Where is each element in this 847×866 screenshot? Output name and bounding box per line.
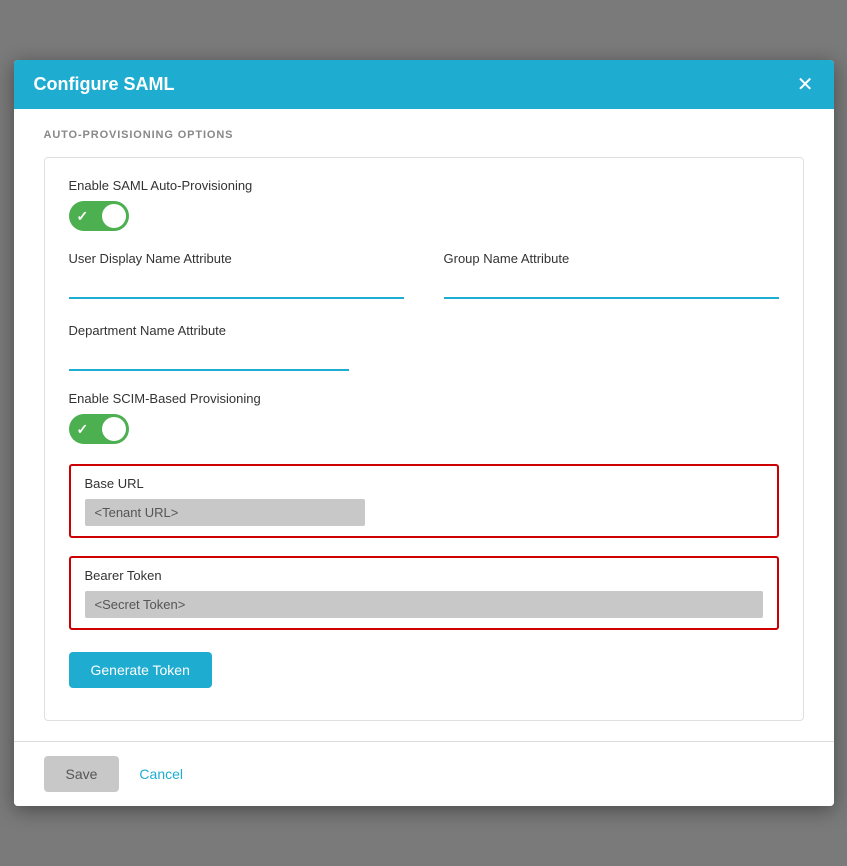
base-url-box: Base URL <Tenant URL> bbox=[69, 464, 779, 538]
base-url-label: Base URL bbox=[85, 476, 763, 491]
user-display-name-input[interactable] bbox=[69, 274, 404, 299]
configure-saml-modal: Configure SAML ✕ AUTO-PROVISIONING OPTIO… bbox=[14, 60, 834, 806]
enable-saml-label: Enable SAML Auto-Provisioning bbox=[69, 178, 779, 193]
name-attributes-row: User Display Name Attribute Group Name A… bbox=[69, 251, 779, 299]
toggle2-knob bbox=[102, 417, 126, 441]
toggle2-check-icon: ✓ bbox=[77, 421, 89, 438]
cancel-button[interactable]: Cancel bbox=[139, 766, 183, 782]
department-name-input[interactable] bbox=[69, 346, 349, 371]
department-name-label: Department Name Attribute bbox=[69, 323, 349, 338]
modal-title: Configure SAML bbox=[34, 74, 175, 95]
modal-header: Configure SAML ✕ bbox=[14, 60, 834, 109]
department-name-field: Department Name Attribute bbox=[69, 323, 349, 371]
modal-footer: Save Cancel bbox=[14, 741, 834, 806]
toggle-check-icon: ✓ bbox=[77, 208, 89, 225]
modal-body: AUTO-PROVISIONING OPTIONS Enable SAML Au… bbox=[14, 109, 834, 741]
group-name-input[interactable] bbox=[444, 274, 779, 299]
enable-scim-field: Enable SCIM-Based Provisioning ✓ bbox=[69, 391, 779, 444]
department-name-row: Department Name Attribute bbox=[69, 323, 779, 371]
bearer-token-label: Bearer Token bbox=[85, 568, 763, 583]
enable-saml-field: Enable SAML Auto-Provisioning ✓ bbox=[69, 178, 779, 231]
save-button[interactable]: Save bbox=[44, 756, 120, 792]
provisioning-card: Enable SAML Auto-Provisioning ✓ User Dis… bbox=[44, 157, 804, 721]
group-name-field: Group Name Attribute bbox=[444, 251, 779, 299]
enable-scim-label: Enable SCIM-Based Provisioning bbox=[69, 391, 779, 406]
modal-close-button[interactable]: ✕ bbox=[797, 75, 814, 95]
section-title: AUTO-PROVISIONING OPTIONS bbox=[44, 129, 804, 141]
enable-scim-toggle[interactable]: ✓ bbox=[69, 414, 129, 444]
user-display-name-field: User Display Name Attribute bbox=[69, 251, 404, 299]
user-display-name-label: User Display Name Attribute bbox=[69, 251, 404, 266]
base-url-value: <Tenant URL> bbox=[85, 499, 365, 526]
bearer-token-box: Bearer Token <Secret Token> bbox=[69, 556, 779, 630]
bearer-token-value: <Secret Token> bbox=[85, 591, 763, 618]
toggle-knob bbox=[102, 204, 126, 228]
modal-overlay: Configure SAML ✕ AUTO-PROVISIONING OPTIO… bbox=[0, 0, 847, 866]
generate-token-button[interactable]: Generate Token bbox=[69, 652, 212, 688]
enable-saml-toggle[interactable]: ✓ bbox=[69, 201, 129, 231]
group-name-label: Group Name Attribute bbox=[444, 251, 779, 266]
auto-provisioning-section: AUTO-PROVISIONING OPTIONS Enable SAML Au… bbox=[14, 109, 834, 741]
